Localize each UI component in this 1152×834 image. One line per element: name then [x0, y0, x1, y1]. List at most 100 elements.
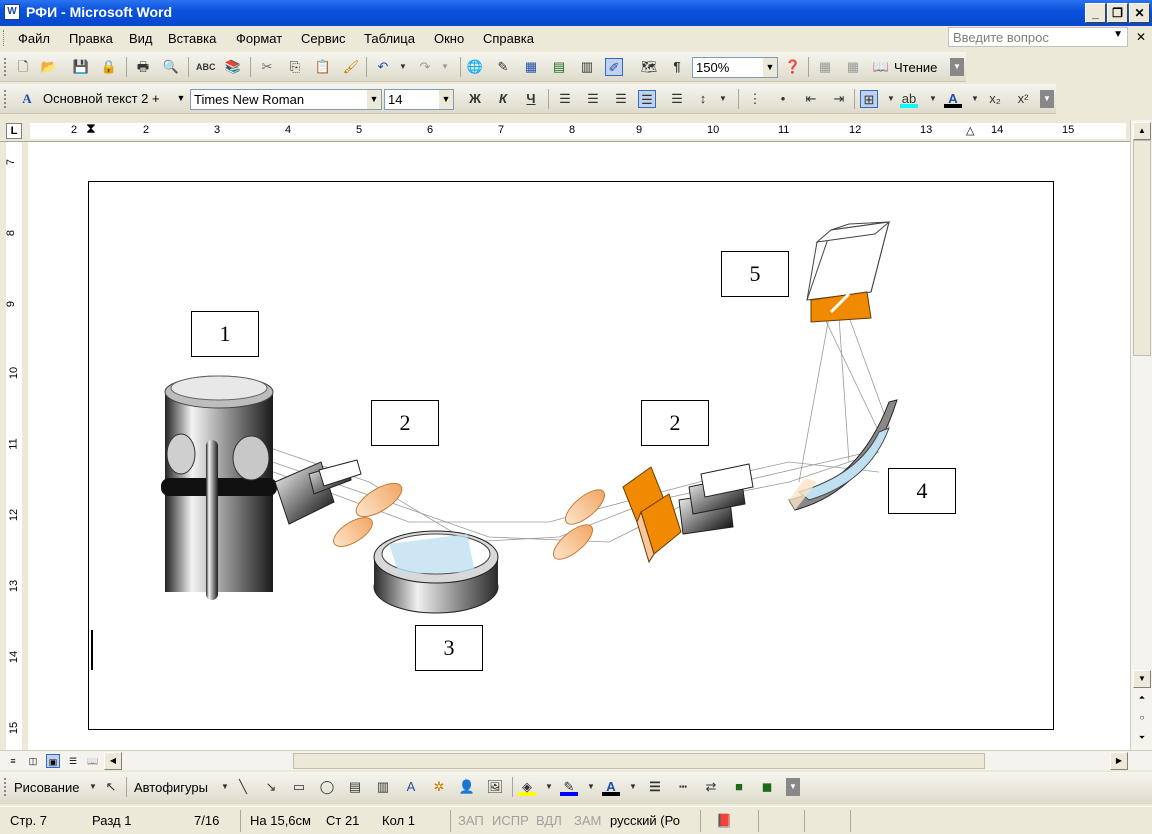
table-grid-icon[interactable]: ▦ [844, 58, 862, 76]
reading-icon[interactable]: 📖 [872, 58, 890, 76]
columns-icon[interactable]: ▥ [578, 58, 596, 76]
vertical-scroll-thumb[interactable] [1133, 140, 1151, 356]
draw-dropdown-icon[interactable]: ▼ [84, 778, 102, 796]
close-document-button[interactable]: ✕ [1136, 30, 1146, 44]
diagram-icon[interactable]: ✲ [430, 778, 448, 796]
autoshapes-dropdown-icon[interactable]: ▼ [216, 778, 234, 796]
toolbar-options-icon[interactable]: ▼ [950, 58, 964, 76]
underline-button[interactable]: Ч [522, 90, 540, 108]
font-select[interactable]: Times New Roman ▼ [190, 89, 382, 110]
undo-icon[interactable]: ↶ [374, 58, 392, 76]
drawing-icon[interactable]: ✐ [605, 58, 623, 76]
wordart-icon[interactable]: A [402, 778, 420, 796]
new-document-icon[interactable]: 🗋 [14, 58, 32, 76]
toolbar-grip[interactable] [4, 58, 7, 76]
toolbar-options-icon[interactable]: ▼ [1040, 90, 1054, 108]
autoshapes-menu[interactable]: Автофигуры [134, 780, 208, 795]
copy-icon[interactable]: ⎘ [286, 58, 304, 76]
right-indent-marker-icon[interactable]: △ [966, 124, 974, 137]
reading-view-icon[interactable]: 📖 [86, 754, 100, 768]
tab-selector[interactable]: L [6, 123, 22, 139]
borders-dropdown-icon[interactable]: ▼ [882, 90, 900, 108]
numbering-icon[interactable]: ⋮ [746, 90, 764, 108]
line-spacing-dropdown-icon[interactable]: ▼ [714, 90, 732, 108]
tables-borders-icon[interactable]: ✎ [494, 58, 512, 76]
scroll-left-icon[interactable]: ◀ [104, 752, 122, 770]
reading-label[interactable]: Чтение [894, 60, 937, 75]
font-dropdown-icon[interactable]: ▼ [367, 90, 381, 109]
font-color-dropdown-icon[interactable]: ▼ [624, 778, 642, 796]
help-icon[interactable]: ❓ [784, 58, 802, 76]
menu-format[interactable]: Формат [236, 31, 282, 46]
undo-dropdown-icon[interactable]: ▼ [394, 58, 412, 76]
permission-icon[interactable]: 🔒 [100, 58, 118, 76]
status-rec[interactable]: ЗАП [458, 813, 484, 828]
previous-page-icon[interactable]: ⏶ [1133, 690, 1151, 708]
align-right-icon[interactable]: ☰ [612, 90, 630, 108]
menu-table[interactable]: Таблица [364, 31, 415, 46]
font-color-icon[interactable]: A [602, 778, 620, 796]
vertical-scrollbar[interactable]: ▲ ▼ ⏶ ○ ⏷ [1130, 120, 1152, 750]
status-language[interactable]: русский (Ро [610, 813, 680, 828]
status-page[interactable]: Стр. 7 [10, 813, 47, 828]
show-hide-icon[interactable]: ¶ [668, 58, 686, 76]
arrow-style-icon[interactable]: ⇄ [702, 778, 720, 796]
insert-table-icon[interactable]: ▦ [522, 58, 540, 76]
line-style-icon[interactable]: ☰ [646, 778, 664, 796]
print-layout-icon[interactable]: ▣ [46, 754, 60, 768]
italic-button[interactable]: К [494, 90, 512, 108]
increase-indent-icon[interactable]: ⇥ [830, 90, 848, 108]
status-extend[interactable]: ВДЛ [536, 813, 562, 828]
window-grid-icon[interactable]: ▦ [816, 58, 834, 76]
bullets-icon[interactable]: • [774, 90, 792, 108]
zoom-dropdown-icon[interactable]: ▼ [763, 58, 777, 77]
spelling-status-icon[interactable]: 📕 [716, 813, 732, 829]
highlight-dropdown-icon[interactable]: ▼ [924, 90, 942, 108]
menu-edit[interactable]: Правка [69, 31, 113, 46]
line-color-dropdown-icon[interactable]: ▼ [582, 778, 600, 796]
menu-tools[interactable]: Сервис [301, 31, 346, 46]
figure-canvas[interactable]: 1 2 2 3 4 5 [88, 181, 1054, 730]
ask-question-input[interactable]: Введите вопрос ▼ [948, 27, 1128, 47]
word-app-icon[interactable]: W [4, 4, 20, 20]
draw-menu[interactable]: Рисование [14, 780, 79, 795]
line-color-icon[interactable]: ✎ [560, 778, 578, 796]
style-select[interactable]: Основной текст 2 + ▼ [40, 89, 188, 110]
status-overtype[interactable]: ЗАМ [574, 813, 601, 828]
scroll-up-icon[interactable]: ▲ [1133, 122, 1151, 140]
highlight-icon[interactable]: ab [900, 90, 918, 108]
browse-object-icon[interactable]: ○ [1133, 710, 1151, 728]
menu-file[interactable]: Файл [18, 31, 50, 46]
redo-icon[interactable]: ↷ [416, 58, 434, 76]
font-size-select[interactable]: 14 ▼ [384, 89, 454, 110]
textbox-icon[interactable]: ▤ [346, 778, 364, 796]
bold-button[interactable]: Ж [466, 90, 484, 108]
superscript-icon[interactable]: x² [1014, 90, 1032, 108]
styles-formatting-icon[interactable]: A [18, 90, 36, 108]
font-color-dropdown-icon[interactable]: ▼ [966, 90, 984, 108]
justify-icon[interactable]: ☰ [638, 90, 656, 108]
insert-excel-icon[interactable]: ▤ [550, 58, 568, 76]
print-preview-icon[interactable]: 🔍 [162, 58, 180, 76]
scroll-right-icon[interactable]: ▶ [1110, 752, 1128, 770]
fill-color-icon[interactable]: ◈ [518, 778, 536, 796]
font-color-icon[interactable]: A [944, 90, 962, 108]
shadow-icon[interactable]: ■ [730, 778, 748, 796]
subscript-icon[interactable]: x₂ [986, 90, 1004, 108]
vertical-textbox-icon[interactable]: ▥ [374, 778, 392, 796]
paste-icon[interactable]: 📋 [314, 58, 332, 76]
print-icon[interactable]: 🖶 [134, 58, 152, 76]
select-objects-icon[interactable]: ↖ [102, 778, 120, 796]
clipart-icon[interactable]: 👤 [458, 778, 476, 796]
menu-window[interactable]: Окно [434, 31, 464, 46]
dash-style-icon[interactable]: ┅ [674, 778, 692, 796]
rectangle-icon[interactable]: ▭ [290, 778, 308, 796]
toolbar-options-icon[interactable]: ▼ [786, 778, 800, 796]
format-painter-icon[interactable]: 🖌 [342, 58, 360, 76]
borders-icon[interactable]: ⊞ [860, 90, 878, 108]
horizontal-scroll-thumb[interactable] [293, 753, 985, 769]
scroll-down-icon[interactable]: ▼ [1133, 670, 1151, 688]
decrease-indent-icon[interactable]: ⇤ [802, 90, 820, 108]
line-spacing-icon[interactable]: ↕ [694, 90, 712, 108]
picture-icon[interactable]: 🖼 [486, 778, 504, 796]
